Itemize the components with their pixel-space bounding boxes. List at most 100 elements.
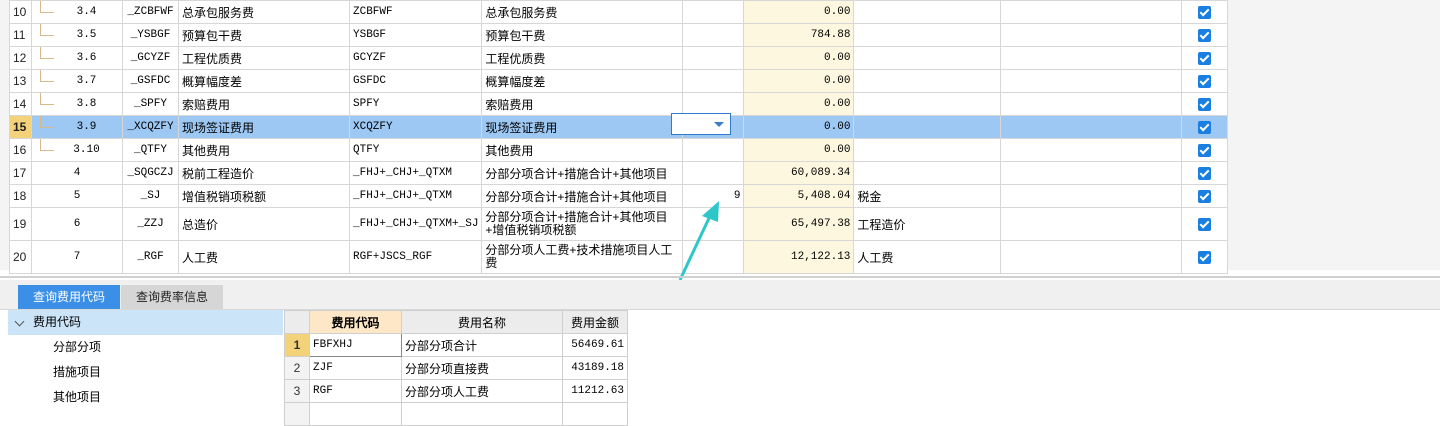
remark-cell[interactable] xyxy=(853,23,1002,47)
rate-cell[interactable] xyxy=(682,138,745,162)
code-cell[interactable]: _QTFY xyxy=(122,138,179,162)
fee-name-cell[interactable]: 分部分项合计 xyxy=(401,333,563,357)
remark-cell[interactable]: 税金 xyxy=(853,184,1002,208)
base-desc-cell[interactable]: 预算包干费 xyxy=(481,23,684,47)
code-cell[interactable]: _SJ xyxy=(122,184,179,208)
checkbox-checked-icon[interactable] xyxy=(1198,6,1212,20)
remark-cell[interactable] xyxy=(853,0,1002,24)
table-row[interactable]: 12 3.6 _GCYZF 工程优质费 GCYZF 工程优质费 0.00 xyxy=(9,46,1229,70)
seq-cell[interactable]: 5 xyxy=(31,184,123,208)
code-cell[interactable]: _XCQZFY xyxy=(122,115,179,139)
fee-amount-cell[interactable]: 56469.61 xyxy=(562,333,628,357)
code-cell[interactable]: _ZZJ xyxy=(122,207,179,241)
code-cell[interactable]: _YSBGF xyxy=(122,23,179,47)
row-number[interactable]: 19 xyxy=(9,207,32,241)
checkbox-checked-icon[interactable] xyxy=(1198,29,1212,43)
extra-cell[interactable] xyxy=(1000,69,1183,93)
output-checkbox-cell[interactable] xyxy=(1181,69,1229,93)
calc-base-cell[interactable]: YSBGF xyxy=(348,23,483,47)
empty-cell[interactable] xyxy=(309,402,402,426)
extra-cell[interactable] xyxy=(1000,161,1183,185)
name-cell[interactable]: 现场签证费用 xyxy=(178,115,350,139)
checkbox-checked-icon[interactable] xyxy=(1198,218,1212,232)
dropdown-arrow-icon[interactable] xyxy=(714,122,724,127)
extra-cell[interactable] xyxy=(1000,138,1183,162)
extra-cell[interactable] xyxy=(1000,240,1183,274)
calc-base-cell[interactable]: QTFY xyxy=(348,138,483,162)
name-cell[interactable]: 索赔费用 xyxy=(178,92,350,116)
calc-base-cell[interactable]: GCYZF xyxy=(348,46,483,70)
empty-cell[interactable] xyxy=(401,402,563,426)
output-checkbox-cell[interactable] xyxy=(1181,138,1229,162)
checkbox-checked-icon[interactable] xyxy=(1198,75,1212,89)
base-desc-cell[interactable]: 索赔费用 xyxy=(481,92,684,116)
fee-code-cell[interactable]: RGF xyxy=(309,379,402,403)
row-number[interactable]: 11 xyxy=(9,23,32,47)
output-checkbox-cell[interactable] xyxy=(1181,46,1229,70)
seq-cell[interactable]: 4 xyxy=(31,161,123,185)
base-desc-cell[interactable]: 工程优质费 xyxy=(481,46,684,70)
name-cell[interactable]: 其他费用 xyxy=(178,138,350,162)
table-row[interactable]: 14 3.8 _SPFY 索赔费用 SPFY 索赔费用 0.00 xyxy=(9,92,1229,116)
row-index[interactable]: 1 xyxy=(284,333,310,357)
calc-base-cell[interactable]: ZCBFWF xyxy=(348,0,483,24)
seq-cell[interactable]: 3.10 xyxy=(31,138,123,162)
row-index[interactable]: 2 xyxy=(284,356,310,380)
code-cell[interactable]: _GCYZF xyxy=(122,46,179,70)
base-desc-cell[interactable]: 其他费用 xyxy=(481,138,684,162)
calc-base-cell[interactable]: XCQZFY xyxy=(348,115,483,139)
row-number[interactable]: 10 xyxy=(9,0,32,24)
seq-cell[interactable]: 3.9 xyxy=(31,115,123,139)
row-number[interactable]: 14 xyxy=(9,92,32,116)
name-cell[interactable]: 人工费 xyxy=(178,240,350,274)
rate-cell[interactable] xyxy=(682,46,745,70)
output-checkbox-cell[interactable] xyxy=(1181,115,1229,139)
table-row[interactable]: 17 4 _SQGCZJ 税前工程造价 _FHJ+_CHJ+_QTXM 分部分项合计+措施… xyxy=(9,161,1229,185)
calc-base-cell[interactable]: _FHJ+_CHJ+_QTXM+_SJ xyxy=(348,207,483,241)
output-checkbox-cell[interactable] xyxy=(1181,240,1229,274)
seq-cell[interactable]: 3.4 xyxy=(31,0,123,24)
calc-base-cell[interactable]: _FHJ+_CHJ+_QTXM xyxy=(348,184,483,208)
output-checkbox-cell[interactable] xyxy=(1181,92,1229,116)
table-row[interactable]: 1 FBFXHJ 分部分项合计 56469.61 xyxy=(284,333,628,357)
tree-node-fee-code[interactable]: 费用代码 xyxy=(8,310,283,335)
row-number[interactable]: 17 xyxy=(9,161,32,185)
rate-cell[interactable] xyxy=(682,23,745,47)
code-cell[interactable]: _RGF xyxy=(122,240,179,274)
extra-cell[interactable] xyxy=(1000,0,1183,24)
remark-cell[interactable] xyxy=(853,115,1002,139)
fee-code-cell[interactable]: FBFXHJ xyxy=(309,333,402,357)
seq-cell[interactable]: 6 xyxy=(31,207,123,241)
remark-cell[interactable] xyxy=(853,161,1002,185)
calc-base-cell[interactable]: _FHJ+_CHJ+_QTXM xyxy=(348,161,483,185)
tree-item-csxm[interactable]: 措施项目 xyxy=(8,360,283,385)
extra-cell[interactable] xyxy=(1000,23,1183,47)
empty-cell[interactable] xyxy=(284,402,310,426)
fee-code-cell[interactable]: ZJF xyxy=(309,356,402,380)
seq-cell[interactable]: 7 xyxy=(31,240,123,274)
remark-cell[interactable]: 人工费 xyxy=(853,240,1002,274)
checkbox-checked-icon[interactable] xyxy=(1198,251,1212,265)
base-desc-cell[interactable]: 现场签证费用 xyxy=(481,115,684,139)
rate-cell[interactable] xyxy=(682,240,745,274)
name-cell[interactable]: 概算幅度差 xyxy=(178,69,350,93)
calc-base-cell[interactable]: GSFDC xyxy=(348,69,483,93)
panel-splitter[interactable] xyxy=(0,276,1440,278)
remark-cell[interactable] xyxy=(853,92,1002,116)
seq-cell[interactable]: 3.6 xyxy=(31,46,123,70)
checkbox-checked-icon[interactable] xyxy=(1198,167,1212,181)
checkbox-checked-icon[interactable] xyxy=(1198,52,1212,66)
table-row[interactable]: 20 7 _RGF 人工费 RGF+JSCS_RGF 分部分项人工费+技术措施项目人工费 1… xyxy=(9,240,1229,274)
code-cell[interactable]: _GSFDC xyxy=(122,69,179,93)
calc-base-cell[interactable]: SPFY xyxy=(348,92,483,116)
seq-cell[interactable]: 3.7 xyxy=(31,69,123,93)
base-desc-cell[interactable]: 概算幅度差 xyxy=(481,69,684,93)
header-fee-name[interactable]: 费用名称 xyxy=(401,310,563,334)
name-cell[interactable]: 工程优质费 xyxy=(178,46,350,70)
remark-cell[interactable] xyxy=(853,138,1002,162)
chevron-down-icon[interactable] xyxy=(14,316,25,327)
code-cell[interactable]: _SQGCZJ xyxy=(122,161,179,185)
tab-query-fee-code[interactable]: 查询费用代码 xyxy=(18,285,121,309)
name-cell[interactable]: 总造价 xyxy=(178,207,350,241)
empty-cell[interactable] xyxy=(562,402,628,426)
